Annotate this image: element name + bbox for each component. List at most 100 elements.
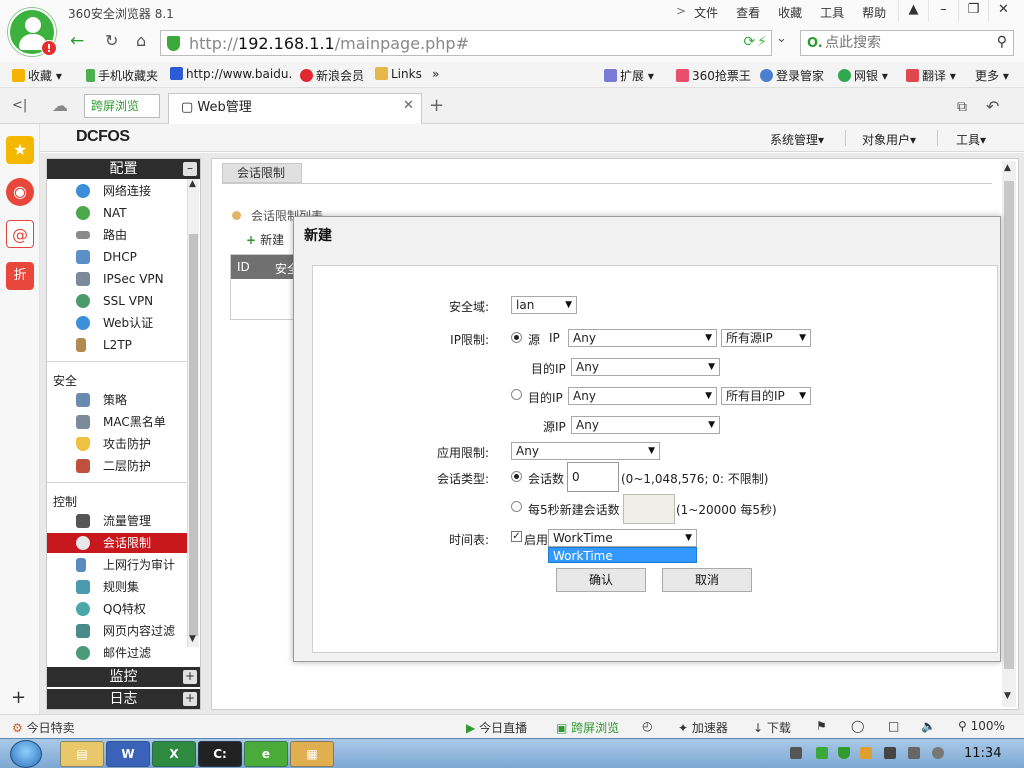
bookmark-baidu[interactable]: http://www.baidu. — [170, 67, 292, 81]
per5-radio[interactable] — [511, 501, 522, 512]
browser-mode-icon[interactable]: ◯ — [851, 719, 864, 733]
sidebar-item-l2-protect[interactable]: 二层防护 — [47, 456, 187, 476]
schedule-option-worktime[interactable]: WorkTime — [548, 547, 697, 563]
sidebar-item-traffic[interactable]: 流量管理 — [47, 511, 187, 531]
confirm-button[interactable]: 确认 — [556, 568, 646, 592]
bookmark-extensions[interactable]: 扩展 ▾ — [604, 67, 654, 84]
reload-icon[interactable]: ↻ — [105, 31, 118, 50]
cancel-button[interactable]: 取消 — [662, 568, 752, 592]
per5-input[interactable] — [623, 494, 675, 524]
menu-view[interactable]: 查看 — [736, 4, 760, 21]
tab-split-screen[interactable]: 跨屏浏览 — [84, 94, 160, 118]
menu-help[interactable]: 帮助 — [862, 4, 886, 21]
sidebar-config-header[interactable]: 配置 – — [47, 159, 200, 179]
split-screen[interactable]: ▣ 跨屏浏览 — [556, 719, 619, 736]
minimize-button[interactable]: – — [928, 0, 958, 22]
tab-close-icon[interactable]: ✕ — [403, 98, 414, 113]
sidebar-item-qq[interactable]: QQ特权 — [47, 599, 187, 619]
src-ip-select-2[interactable]: Any ▼ — [571, 416, 720, 434]
start-button-icon[interactable] — [10, 740, 42, 768]
src-ip-select[interactable]: Any ▼ — [568, 329, 717, 347]
sidebar-item-mac-blacklist[interactable]: MAC黑名单 — [47, 412, 187, 432]
refresh-green-icon[interactable]: ⟳ — [743, 34, 755, 50]
cloud-icon[interactable]: ☁ — [52, 96, 68, 115]
tray-app-icon[interactable] — [860, 747, 872, 759]
menu-tools[interactable]: 工具 — [820, 4, 844, 21]
window-icon[interactable]: □ — [888, 719, 899, 733]
bookmark-ticket[interactable]: 360抢票王 — [676, 67, 751, 84]
menu-file[interactable]: 文件 — [694, 4, 718, 21]
browser-taskbar-icon[interactable]: e — [244, 741, 288, 767]
expand-icon[interactable]: + — [183, 670, 197, 684]
bookmark-sina[interactable]: 新浪会员 — [300, 67, 364, 84]
dst-ip-select-2[interactable]: Any ▼ — [568, 387, 717, 405]
close-button[interactable]: ✕ — [988, 0, 1018, 22]
more-bookmarks-icon[interactable]: » — [432, 67, 439, 81]
bookmark-links[interactable]: Links — [375, 67, 422, 81]
bookmark-favorites[interactable]: 收藏 ▾ — [12, 67, 62, 84]
dst-ip-radio[interactable] — [511, 389, 522, 400]
skin-icon[interactable]: ▲ — [898, 0, 928, 22]
lightning-icon[interactable]: ⚡ — [757, 34, 767, 50]
scroll-down-icon[interactable]: ▼ — [189, 634, 196, 644]
session-count-radio[interactable] — [511, 471, 522, 482]
main-scrollbar[interactable]: ▲ ▼ — [1002, 161, 1016, 707]
sidebar-log-header[interactable]: 日志 + — [47, 689, 200, 709]
scroll-thumb[interactable] — [189, 234, 198, 636]
tray-network-icon[interactable] — [790, 747, 802, 759]
excel-icon[interactable]: X — [152, 741, 196, 767]
tray-keyboard-icon[interactable] — [884, 747, 896, 759]
sound-icon[interactable]: 🔈 — [921, 719, 936, 733]
home-icon[interactable]: ⌂ — [136, 31, 146, 50]
dst-ip-select[interactable]: Any ▼ — [571, 358, 720, 376]
url-text[interactable]: http://192.168.1.1/mainpage.php# — [189, 34, 469, 53]
sidebar-monitor-header[interactable]: 监控 + — [47, 667, 200, 687]
tray-360-icon[interactable] — [816, 747, 828, 759]
app-limit-select[interactable]: Any ▼ — [511, 442, 660, 460]
tab-web-admin[interactable]: ▢ Web管理 — [168, 93, 422, 124]
flag-icon[interactable]: ⚑ — [816, 719, 827, 733]
speed-icon[interactable]: ◴ — [642, 719, 652, 733]
daily-sale[interactable]: ⚙ 今日特卖 — [12, 719, 75, 736]
add-icon[interactable]: + — [11, 687, 26, 708]
sidebar-item-attack[interactable]: 攻击防护 — [47, 434, 187, 454]
menu-tools-app[interactable]: 工具▾ — [956, 131, 986, 148]
tab-session-limit[interactable]: 会话限制 — [222, 163, 302, 183]
menu-favorites[interactable]: 收藏 — [778, 4, 802, 21]
downloads[interactable]: ↓ 下载 — [753, 719, 791, 736]
src-ip-radio[interactable] — [511, 332, 522, 343]
search-input[interactable] — [825, 34, 985, 52]
new-tab-icon[interactable]: + — [429, 95, 444, 116]
tray-volume-icon[interactable] — [932, 747, 944, 759]
bookmark-more[interactable]: 更多 ▾ — [975, 67, 1009, 84]
menu-system[interactable]: 系统管理▾ — [770, 131, 824, 148]
accelerator[interactable]: ✦ 加速器 — [678, 719, 728, 736]
sidebar-item-nat[interactable]: NAT — [47, 203, 187, 223]
word-icon[interactable]: W — [106, 741, 150, 767]
sidebar-toggle-icon[interactable]: <| — [12, 98, 27, 113]
tool-app-icon[interactable]: ▦ — [290, 741, 334, 767]
bookmark-login[interactable]: 登录管家 — [760, 67, 824, 84]
all-dst-select[interactable]: 所有目的IP ▼ — [721, 387, 811, 405]
sidebar-item-sslvpn[interactable]: SSL VPN — [47, 291, 187, 311]
sidebar-item-mail-filter[interactable]: 邮件过滤 — [47, 643, 187, 663]
sidebar-item-audit[interactable]: 上网行为审计 — [47, 555, 187, 575]
sidebar-scrollbar[interactable]: ▲ ▼ — [187, 179, 199, 647]
schedule-select[interactable]: WorkTime ▼ — [548, 529, 697, 547]
weibo-icon[interactable]: ◉ — [6, 178, 34, 206]
all-src-select[interactable]: 所有源IP ▼ — [721, 329, 811, 347]
chevron-down-icon[interactable]: ⌄ — [776, 31, 787, 46]
mail-icon[interactable]: @ — [6, 220, 34, 248]
tray-shield-icon[interactable] — [838, 747, 850, 759]
sidebar-item-ipsec[interactable]: IPSec VPN — [47, 269, 187, 289]
explorer-icon[interactable]: ▤ — [60, 741, 104, 767]
clock[interactable]: 11:34 — [964, 746, 1001, 761]
cmd-icon[interactable]: C: — [198, 741, 242, 767]
tray-lan-icon[interactable] — [908, 747, 920, 759]
scroll-thumb[interactable] — [1004, 181, 1014, 669]
sidebar-item-policy[interactable]: 策略 — [47, 390, 187, 410]
menu-objects[interactable]: 对象用户▾ — [862, 131, 916, 148]
sidebar-item-webauth[interactable]: Web认证 — [47, 313, 187, 333]
browser-logo-icon[interactable]: ! — [8, 8, 57, 56]
favorites-star-icon[interactable]: ★ — [6, 136, 34, 164]
